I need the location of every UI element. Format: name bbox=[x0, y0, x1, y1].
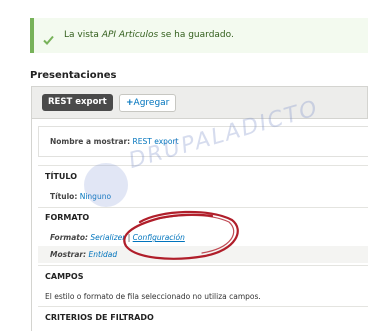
highlight-circle bbox=[123, 210, 239, 260]
